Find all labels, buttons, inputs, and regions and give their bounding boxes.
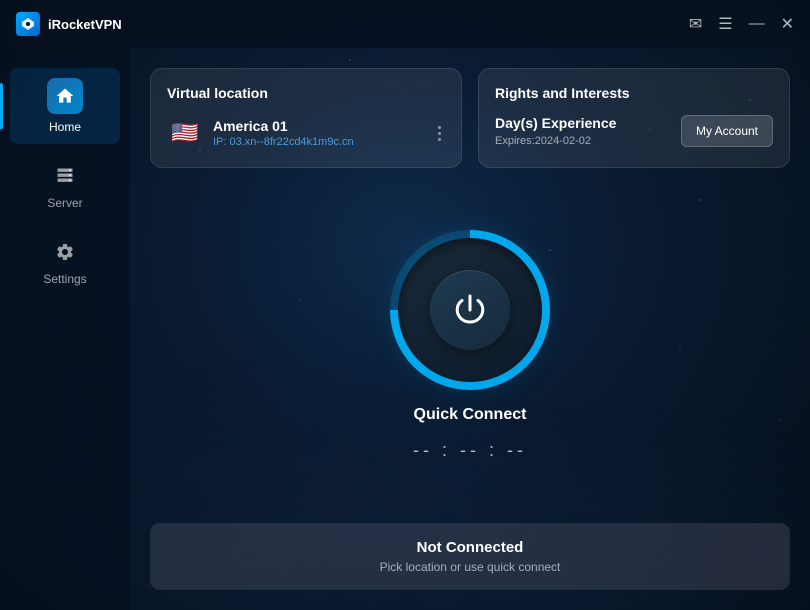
titlebar-right: ✉ ☰ — ✕ xyxy=(689,14,794,34)
quick-connect-label: Quick Connect xyxy=(414,406,527,424)
menu-icon[interactable]: ☰ xyxy=(718,14,732,34)
titlebar-left: iRocketVPN xyxy=(16,12,122,36)
app-name: iRocketVPN xyxy=(48,17,122,32)
rights-expiry: Expires:2024-02-02 xyxy=(495,135,681,147)
power-ring-inner xyxy=(398,238,542,382)
titlebar: iRocketVPN ✉ ☰ — ✕ xyxy=(0,0,810,48)
home-icon xyxy=(51,82,79,110)
timer-display: -- : -- : -- xyxy=(413,440,527,461)
my-account-button[interactable]: My Account xyxy=(681,115,773,147)
power-icon xyxy=(452,292,488,328)
sidebar-item-home[interactable]: Home xyxy=(10,68,120,144)
status-bar: Not Connected Pick location or use quick… xyxy=(150,523,790,590)
mail-icon[interactable]: ✉ xyxy=(689,14,702,34)
sidebar-item-settings[interactable]: Settings xyxy=(10,228,120,296)
cards-row: Virtual location 🇺🇸 America 01 IP: 03.xn… xyxy=(150,68,790,168)
location-info: America 01 IP: 03.xn--8fr22cd4k1m9c.cn xyxy=(213,118,424,148)
virtual-location-card: Virtual location 🇺🇸 America 01 IP: 03.xn… xyxy=(150,68,462,168)
app-icon xyxy=(16,12,40,36)
main-layout: Home Server Settings xyxy=(0,48,810,610)
status-subtitle: Pick location or use quick connect xyxy=(170,560,770,574)
minimize-icon[interactable]: — xyxy=(749,15,765,33)
rights-plan: Day(s) Experience xyxy=(495,115,681,131)
home-label: Home xyxy=(49,120,81,134)
power-button[interactable] xyxy=(430,270,510,350)
rights-content: Day(s) Experience Expires:2024-02-02 My … xyxy=(495,115,773,147)
settings-icon xyxy=(51,238,79,266)
location-ip: IP: 03.xn--8fr22cd4k1m9c.cn xyxy=(213,136,424,148)
power-ring-outer xyxy=(390,230,550,390)
location-name: America 01 xyxy=(213,118,424,134)
rights-card: Rights and Interests Day(s) Experience E… xyxy=(478,68,790,168)
power-section: Quick Connect -- : -- : -- xyxy=(150,184,790,507)
location-row: 🇺🇸 America 01 IP: 03.xn--8fr22cd4k1m9c.c… xyxy=(167,115,445,151)
close-icon[interactable]: ✕ xyxy=(781,14,794,34)
content-area: Virtual location 🇺🇸 America 01 IP: 03.xn… xyxy=(130,48,810,610)
sidebar: Home Server Settings xyxy=(0,48,130,610)
server-label: Server xyxy=(47,196,82,210)
server-icon xyxy=(51,162,79,190)
rights-card-title: Rights and Interests xyxy=(495,85,773,101)
rights-info: Day(s) Experience Expires:2024-02-02 xyxy=(495,115,681,147)
more-options-button[interactable] xyxy=(434,122,445,145)
vl-card-title: Virtual location xyxy=(167,85,445,101)
settings-label: Settings xyxy=(43,272,86,286)
country-flag: 🇺🇸 xyxy=(167,115,203,151)
status-title: Not Connected xyxy=(170,539,770,556)
sidebar-item-server[interactable]: Server xyxy=(10,152,120,220)
